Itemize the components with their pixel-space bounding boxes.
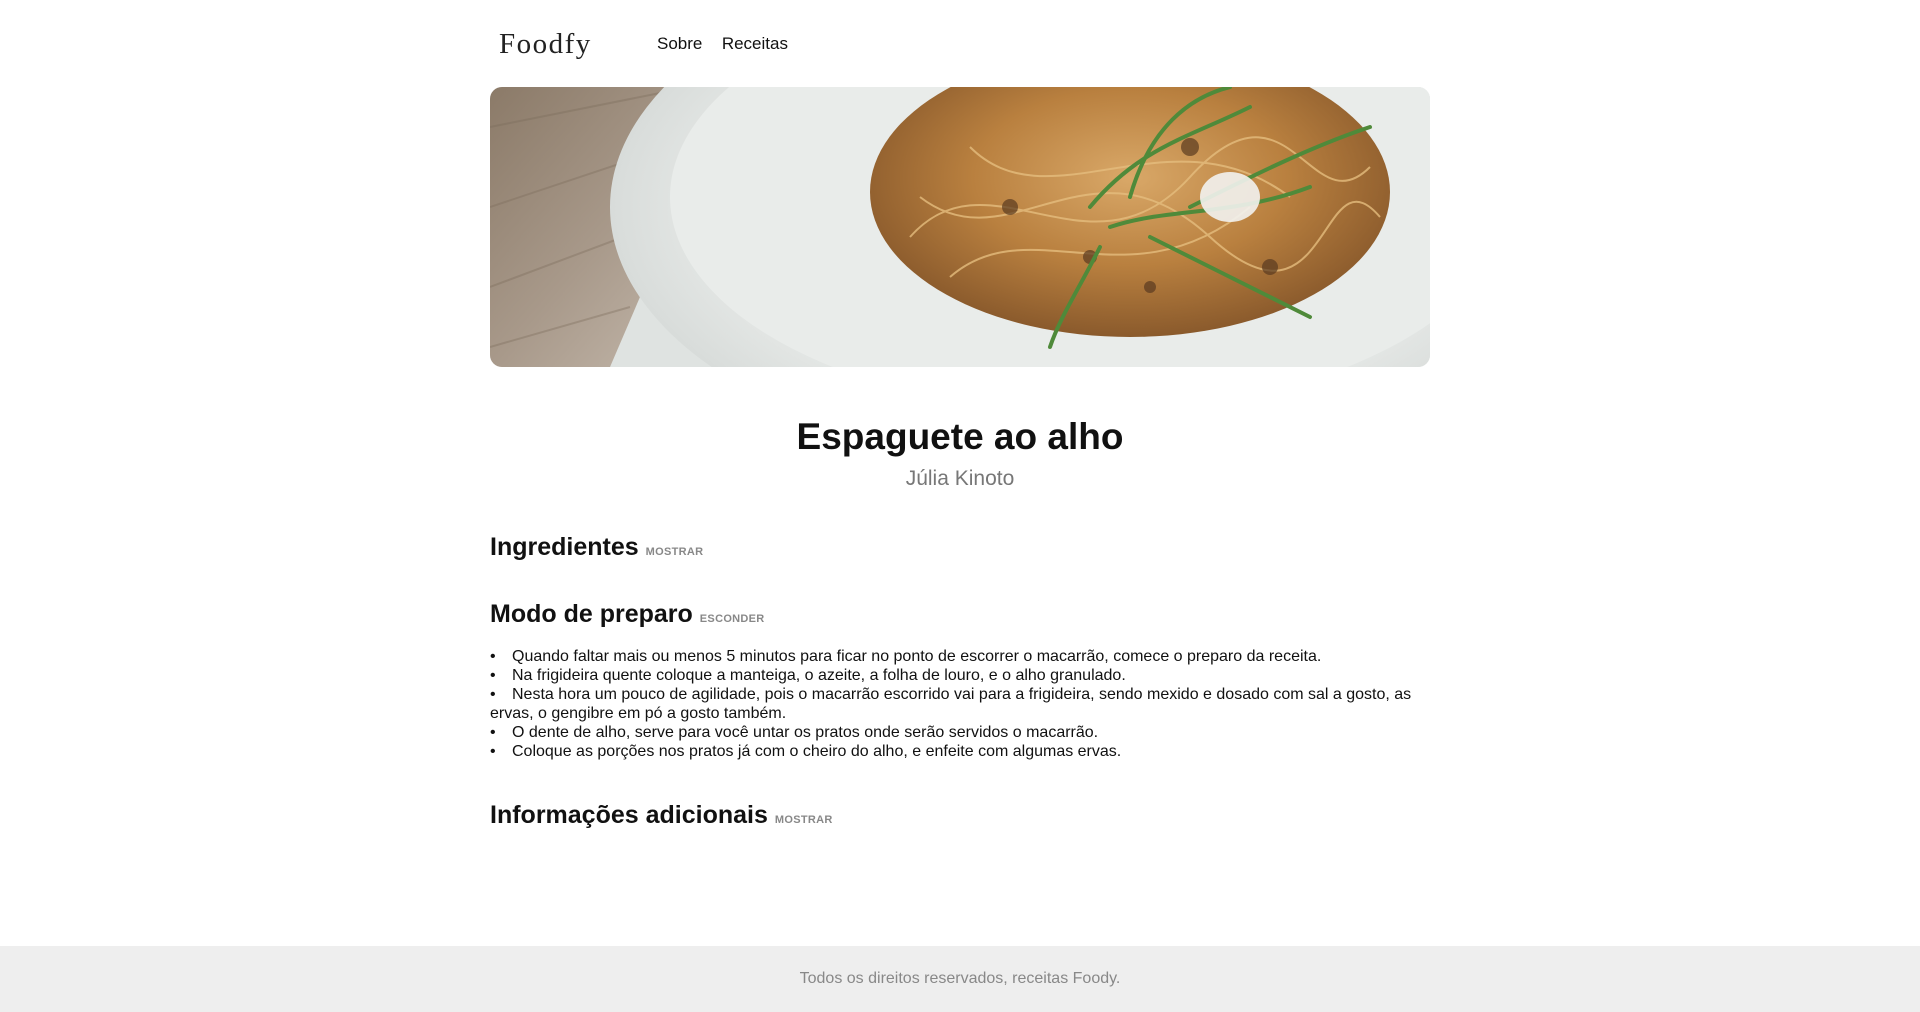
toggle-ingredientes-button[interactable]: MOSTRAR <box>646 546 704 558</box>
section-preparo: Modo de preparo ESCONDER Quando faltar m… <box>468 600 1430 761</box>
section-info: Informações adicionais MOSTRAR <box>490 801 1430 830</box>
section-ingredientes-header: Ingredientes MOSTRAR <box>490 533 1430 562</box>
recipe-image <box>490 87 1430 367</box>
list-item: Quando faltar mais ou menos 5 minutos pa… <box>468 647 1430 666</box>
list-item: Na frigideira quente coloque a manteiga,… <box>468 666 1430 685</box>
page: Foodfy Sobre Receitas Espaguete ao alho … <box>0 0 1920 1012</box>
recipe-header: Espaguete ao alho Júlia Kinoto <box>490 412 1430 492</box>
section-info-header: Informações adicionais MOSTRAR <box>490 801 1430 830</box>
toggle-preparo-button[interactable]: ESCONDER <box>700 613 765 625</box>
logo[interactable]: Foodfy <box>499 28 657 61</box>
section-info-title: Informações adicionais <box>490 801 768 829</box>
list-item: Coloque as porções nos pratos já com o c… <box>468 742 1430 761</box>
section-preparo-header: Modo de preparo ESCONDER <box>490 600 1430 629</box>
toggle-info-button[interactable]: MOSTRAR <box>775 814 833 826</box>
list-item: Nesta hora um pouco de agilidade, pois o… <box>468 685 1430 723</box>
nav-link-sobre[interactable]: Sobre <box>657 34 702 53</box>
section-ingredientes: Ingredientes MOSTRAR <box>490 533 1430 562</box>
footer: Todos os direitos reservados, receitas F… <box>0 946 1920 1012</box>
nav-link-receitas[interactable]: Receitas <box>722 34 788 53</box>
section-preparo-title: Modo de preparo <box>490 600 693 628</box>
recipe-author: Júlia Kinoto <box>905 467 1015 490</box>
list-item: O dente de alho, serve para você untar o… <box>468 723 1430 742</box>
footer-text: Todos os direitos reservados, receitas F… <box>799 970 1121 987</box>
main-nav: Sobre Receitas <box>657 34 803 54</box>
preparo-steps-list: Quando faltar mais ou menos 5 minutos pa… <box>468 647 1430 761</box>
section-ingredientes-title: Ingredientes <box>490 533 639 561</box>
recipe-title: Espaguete ao alho <box>796 416 1124 457</box>
header: Foodfy Sobre Receitas <box>490 22 1430 66</box>
